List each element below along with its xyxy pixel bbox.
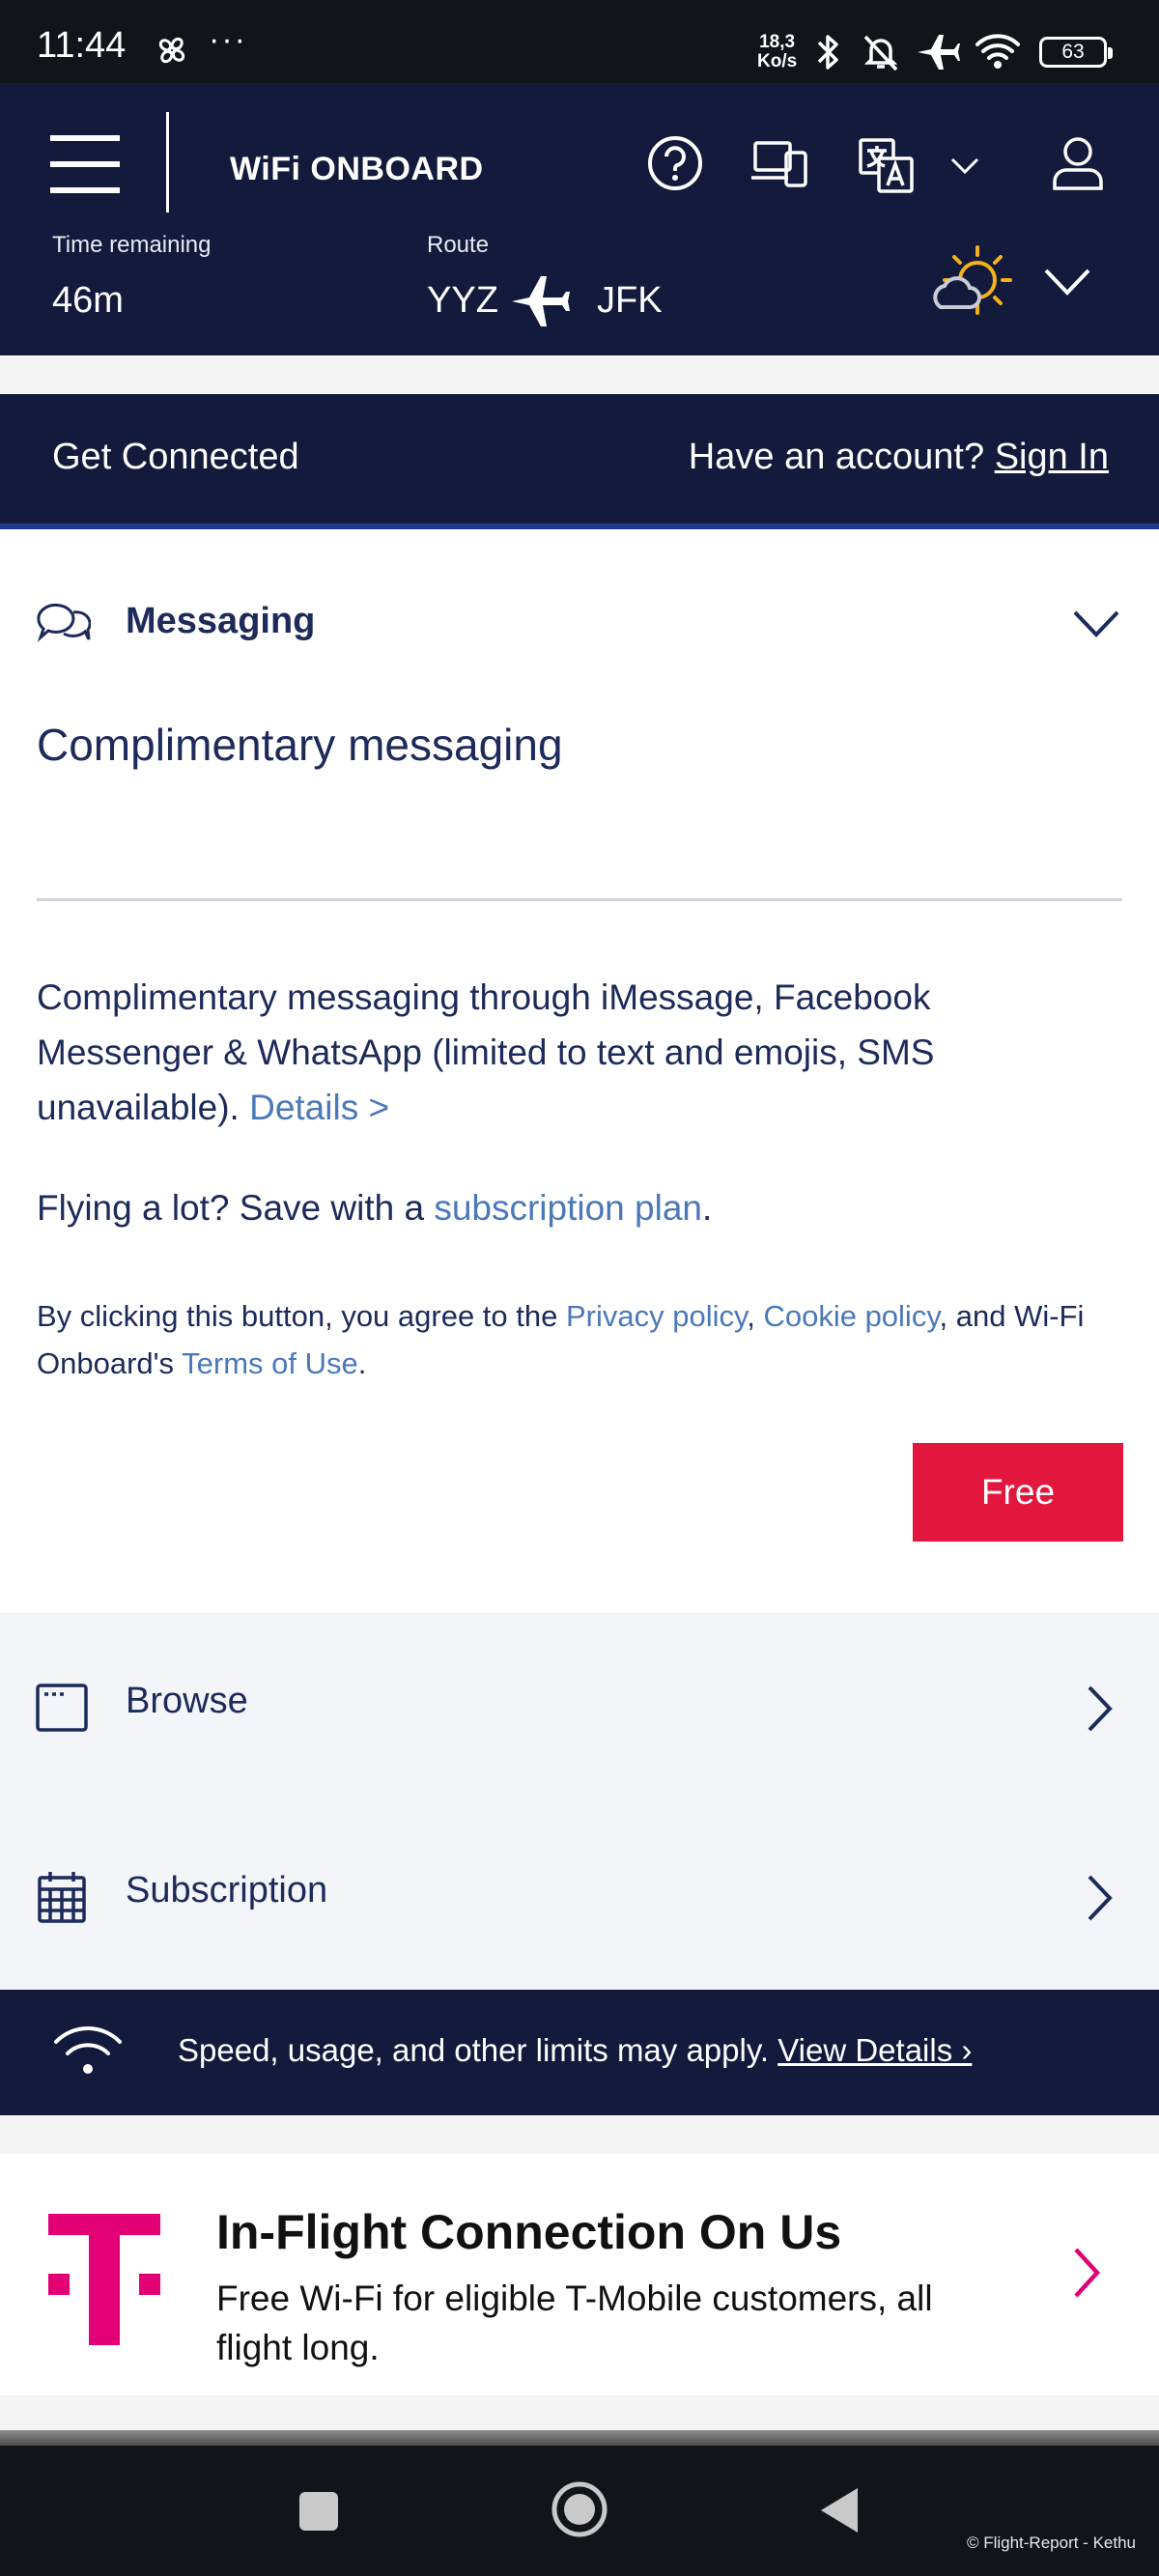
- network-speed: 18,3 Ko/s: [757, 32, 798, 71]
- time-remaining-value: 46m: [52, 280, 124, 321]
- subscription-promo-text: Flying a lot? Save with a subscription p…: [37, 1188, 713, 1228]
- limits-text: Speed, usage, and other limits may apply…: [178, 2032, 972, 2069]
- view-details-link[interactable]: View Details ›: [777, 2032, 972, 2068]
- route-origin: YYZ: [427, 280, 498, 321]
- section-divider: [37, 898, 1122, 901]
- battery-level: 63: [1039, 37, 1113, 68]
- route-label: Route: [427, 232, 490, 258]
- messaging-plan-card: Messaging Complimentary messaging Compli…: [0, 529, 1159, 1613]
- cookie-policy-link[interactable]: Cookie policy: [763, 1299, 939, 1333]
- photo-credit: © Flight-Report - Kethu: [966, 2534, 1136, 2552]
- expand-flight-info-chevron-icon[interactable]: [1043, 267, 1091, 297]
- flying-text: Flying a lot? Save with a: [37, 1188, 425, 1228]
- mute-bell-icon: [860, 31, 902, 73]
- account-icon[interactable]: [1051, 135, 1105, 191]
- free-button[interactable]: Free: [913, 1443, 1123, 1542]
- messaging-section-title: Messaging: [126, 601, 316, 641]
- promo-title: In-Flight Connection On Us: [216, 2205, 842, 2259]
- promo-body: Free Wi-Fi for eligible T-Mobile custome…: [216, 2279, 933, 2367]
- hamburger-menu-icon[interactable]: [50, 135, 120, 193]
- tmobile-promo[interactable]: In-Flight Connection On Us Free Wi-Fi fo…: [0, 2154, 1159, 2395]
- option-subscription[interactable]: Subscription: [0, 1804, 1159, 1990]
- chevron-right-icon: [1086, 1684, 1113, 1733]
- chevron-right-icon: [1086, 1874, 1113, 1922]
- get-connected-bar: Get Connected Have an account? Sign In: [0, 394, 1159, 529]
- weather-partly-cloudy-icon: [927, 243, 1016, 325]
- account-prompt-text: Have an account?: [688, 437, 985, 477]
- language-chevron-down-icon[interactable]: [950, 156, 979, 176]
- app-header: WiFi ONBOARD Time remaining 46m Route YY…: [0, 83, 1159, 355]
- option-label: Subscription: [126, 1870, 328, 1911]
- status-time: 11:44: [37, 25, 127, 66]
- details-link[interactable]: Details >: [249, 1088, 389, 1127]
- browser-window-icon: [35, 1683, 89, 1733]
- plan-description: Complimentary messaging through iMessage…: [37, 970, 1109, 1135]
- status-bar: 11:44 ··· 18,3 Ko/s 63: [0, 0, 1159, 83]
- messaging-collapse-chevron-icon[interactable]: [1072, 609, 1120, 639]
- header-divider: [166, 112, 169, 212]
- plan-subtitle: Complimentary messaging: [37, 720, 563, 770]
- back-button[interactable]: [817, 2486, 860, 2534]
- chat-bubbles-icon: [35, 599, 91, 645]
- recent-apps-button[interactable]: [297, 2490, 340, 2533]
- tmobile-logo: [48, 2214, 160, 2345]
- limits-message: Speed, usage, and other limits may apply…: [178, 2032, 770, 2068]
- system-nav-bar: © Flight-Report - Kethu: [0, 2446, 1159, 2576]
- legal-prefix: By clicking this button, you agree to th…: [37, 1299, 558, 1333]
- promo-chevron-right-icon: [1072, 2247, 1101, 2299]
- calendar-icon: [37, 1870, 87, 1924]
- translate-icon[interactable]: [858, 137, 916, 195]
- get-connected-title: Get Connected: [52, 437, 299, 477]
- legal-agreement-text: By clicking this button, you agree to th…: [37, 1299, 1085, 1380]
- plan-description-text: Complimentary messaging through iMessage…: [37, 977, 935, 1127]
- plane-icon: [510, 272, 572, 330]
- home-button[interactable]: [551, 2480, 608, 2538]
- wifi-status-icon: [974, 31, 1022, 73]
- fan-icon: [153, 31, 191, 70]
- help-icon[interactable]: [647, 135, 703, 191]
- subscription-plan-link[interactable]: subscription plan: [434, 1188, 702, 1228]
- time-remaining-label: Time remaining: [52, 232, 212, 258]
- wifi-icon: [52, 2024, 124, 2079]
- account-prompt: Have an account? Sign In: [689, 437, 1109, 478]
- option-browse[interactable]: Browse: [0, 1615, 1159, 1800]
- bluetooth-icon: [811, 31, 846, 73]
- privacy-policy-link[interactable]: Privacy policy: [566, 1299, 747, 1333]
- devices-icon[interactable]: [751, 139, 807, 187]
- sign-in-link[interactable]: Sign In: [995, 437, 1109, 477]
- brand-logo: WiFi ONBOARD: [230, 151, 484, 187]
- airplane-mode-icon: [914, 31, 960, 73]
- limits-banner: Speed, usage, and other limits may apply…: [0, 1990, 1159, 2115]
- more-notifications: ···: [209, 21, 247, 58]
- terms-of-use-link[interactable]: Terms of Use: [182, 1346, 358, 1380]
- option-label: Browse: [126, 1681, 248, 1721]
- route-destination: JFK: [597, 280, 663, 321]
